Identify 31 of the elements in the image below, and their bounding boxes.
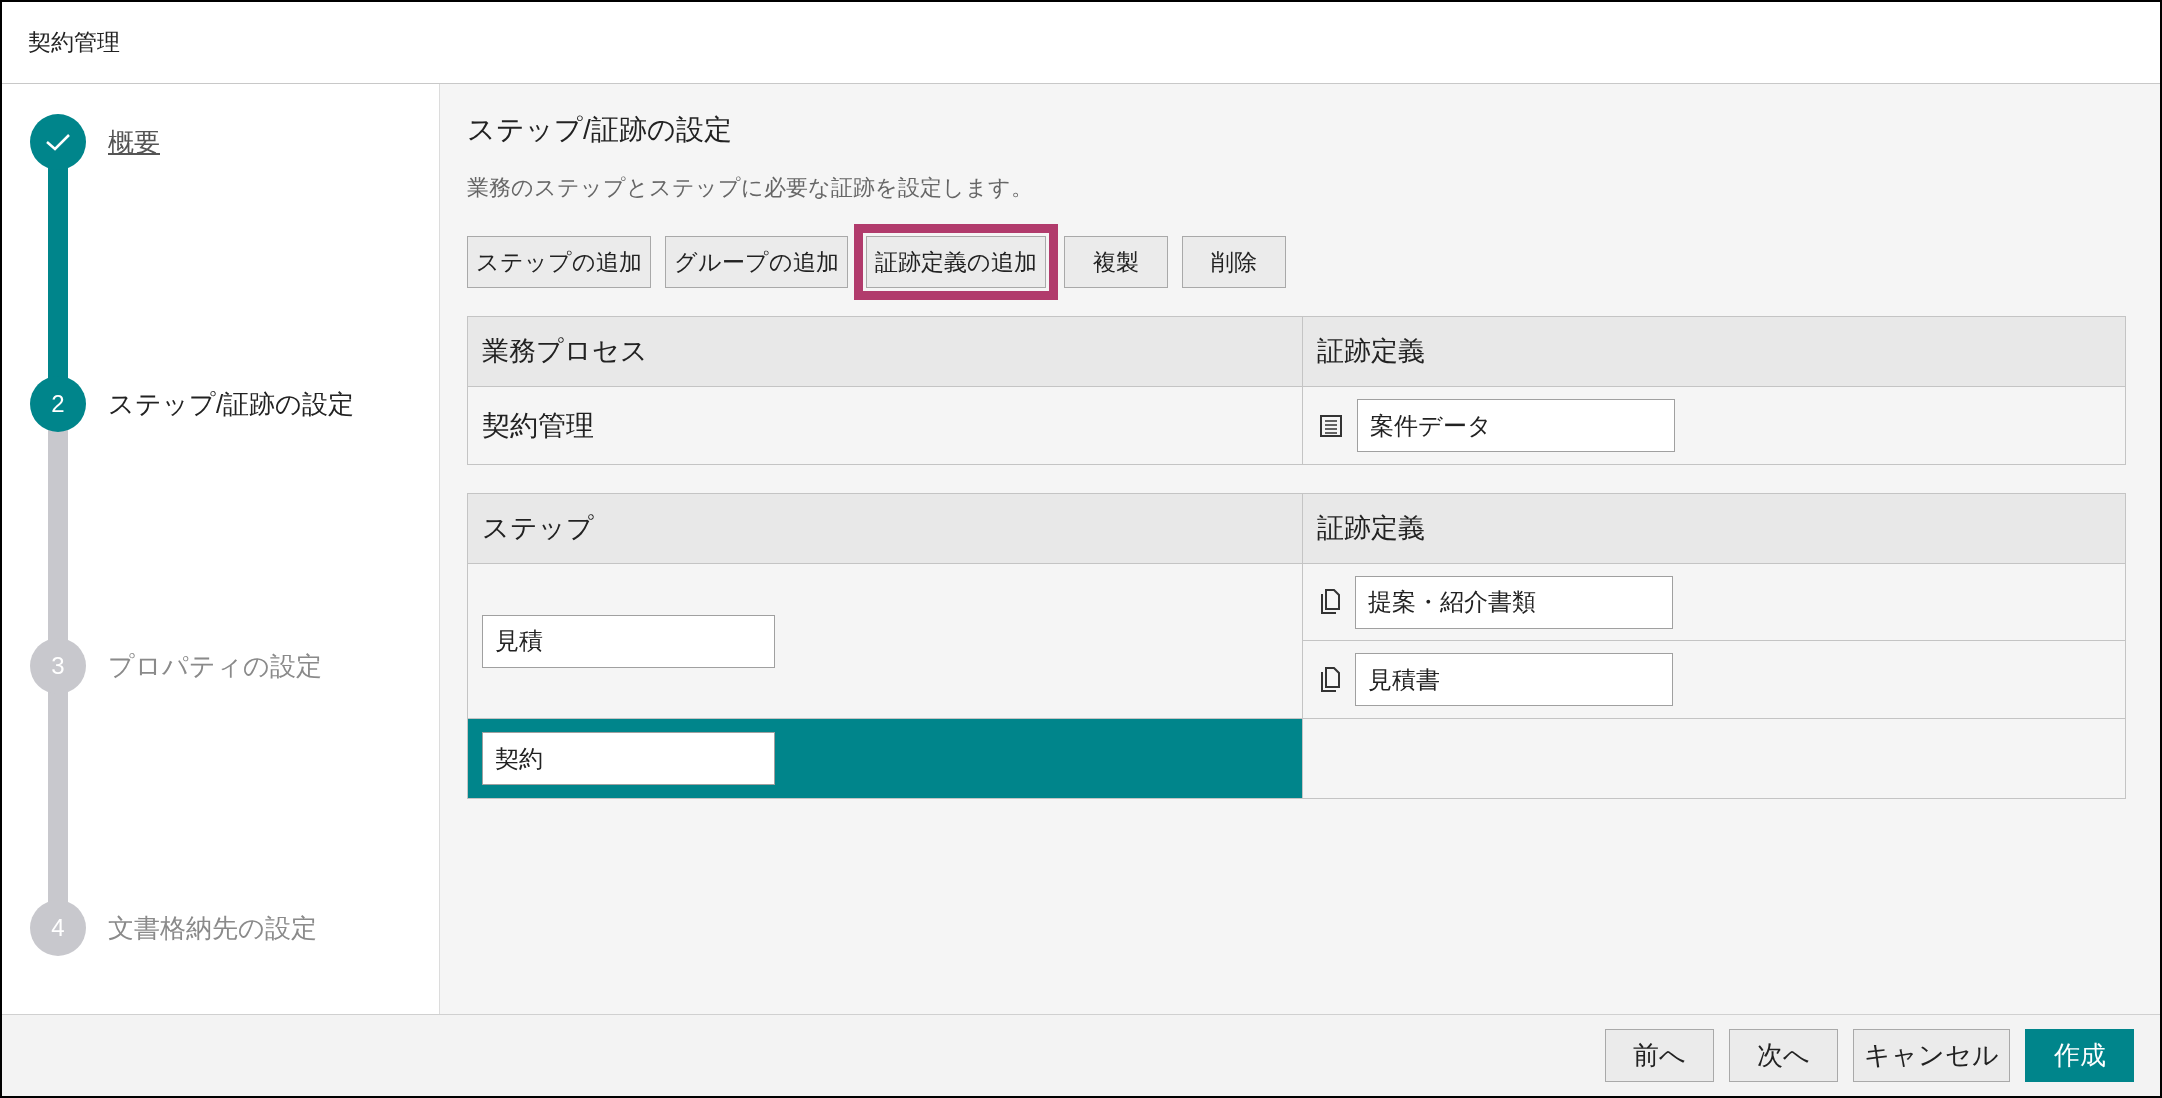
footer-button[interactable]: 次へ bbox=[1729, 1029, 1838, 1082]
input-field[interactable]: 提案・紹介書類 bbox=[1355, 575, 1673, 629]
input-field[interactable]: 見積書 bbox=[1355, 653, 1673, 706]
step-link[interactable]: 概要 bbox=[108, 122, 160, 162]
section-description: 業務のステップとステップに必要な証跡を設定します。 bbox=[467, 174, 1034, 202]
toolbar-button[interactable]: 複製 bbox=[1064, 236, 1168, 288]
toolbar-button[interactable]: グループの追加 bbox=[665, 236, 848, 288]
toolbar-button[interactable]: 証跡定義の追加 bbox=[866, 236, 1046, 288]
selected-row[interactable]: 契約 bbox=[468, 719, 1303, 798]
column-header: 証跡定義 bbox=[1317, 335, 1425, 369]
document-icon bbox=[1319, 666, 1341, 693]
section-title: ステップ/証跡の設定 bbox=[467, 113, 733, 147]
list-icon bbox=[1319, 413, 1343, 438]
step-label: 文書格納先の設定 bbox=[108, 911, 317, 945]
column-header: ステップ bbox=[482, 512, 594, 546]
input-field[interactable]: 案件データ bbox=[1357, 399, 1675, 452]
step-label: ステップ/証跡の設定 bbox=[108, 387, 355, 421]
column-header: 証跡定義 bbox=[1317, 512, 1425, 546]
step-label: プロパティの設定 bbox=[108, 649, 322, 683]
toolbar-button[interactable]: ステップの追加 bbox=[467, 236, 651, 288]
footer-button[interactable]: キャンセル bbox=[1853, 1029, 2010, 1082]
document-icon bbox=[1319, 589, 1341, 615]
step-number: 2 bbox=[30, 376, 86, 432]
toolbar-button[interactable]: 削除 bbox=[1182, 236, 1286, 288]
table-cell-text: 契約管理 bbox=[482, 408, 594, 443]
input-field[interactable]: 契約 bbox=[482, 732, 775, 785]
input-field[interactable]: 見積 bbox=[482, 614, 775, 668]
column-header: 業務プロセス bbox=[482, 335, 648, 369]
window-title: 契約管理 bbox=[28, 28, 120, 58]
footer-button[interactable]: 前へ bbox=[1605, 1029, 1714, 1082]
create-button[interactable]: 作成 bbox=[2025, 1029, 2134, 1082]
